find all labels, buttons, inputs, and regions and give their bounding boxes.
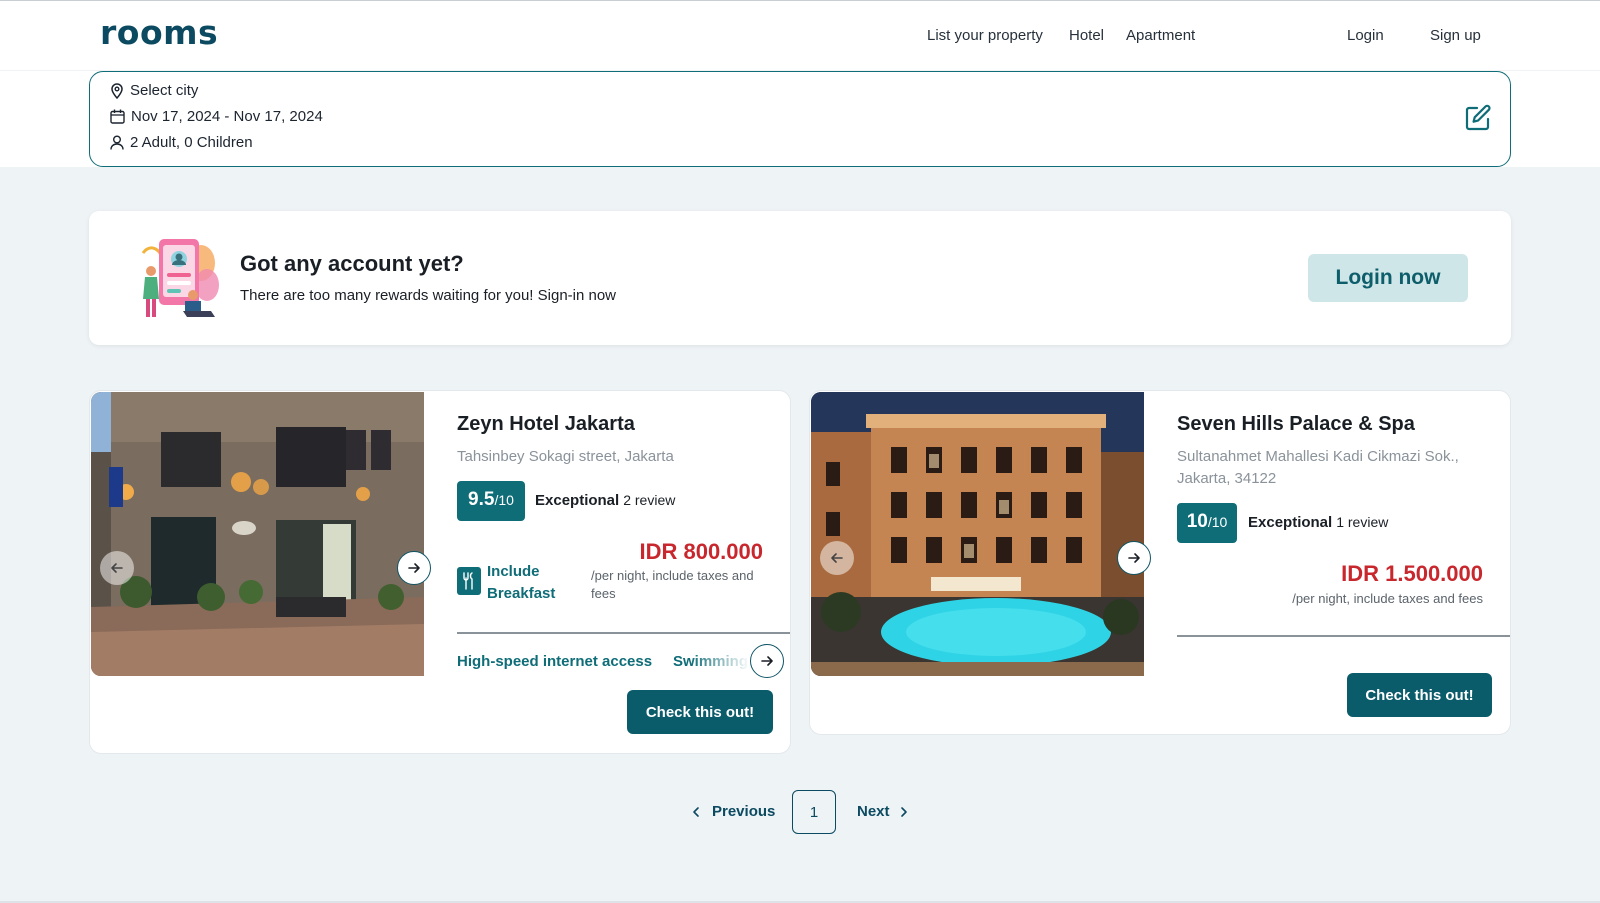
review-count: 2 review xyxy=(623,492,676,508)
score-max: /10 xyxy=(1207,514,1228,530)
score-badge: 9.5/10 xyxy=(457,481,525,521)
amenity-fade xyxy=(690,643,750,683)
score-value: 10 xyxy=(1186,511,1208,532)
hotel-address: Sultanahmet Mahallesi Kadi Cikmazi Sok.,… xyxy=(1177,448,1459,487)
guests-row[interactable]: 2 Adult, 0 Children xyxy=(110,134,253,151)
page-number-button[interactable]: 1 xyxy=(792,790,836,834)
check-this-out-button[interactable]: Check this out! xyxy=(1347,673,1492,717)
price-note: /per night, include taxes and fees xyxy=(1292,591,1483,606)
dates-row[interactable]: Nov 17, 2024 - Nov 17, 2024 xyxy=(110,108,323,125)
header: rooms List your property Hotel Apartment… xyxy=(0,1,1600,71)
arrow-right-icon xyxy=(408,563,420,573)
edit-search-icon[interactable] xyxy=(1464,104,1492,132)
hotel-card-zeyn: Zeyn Hotel Jakarta Tahsinbey Sokagi stre… xyxy=(89,390,791,754)
hotel-name[interactable]: Seven Hills Palace & Spa xyxy=(1177,413,1415,436)
banner-title: Got any account yet? xyxy=(240,251,464,276)
price-note: /per night, include taxes and fees xyxy=(591,568,754,601)
city-row[interactable]: Select city xyxy=(110,82,198,99)
rating-word: Exceptional xyxy=(535,492,620,509)
rooms-logo[interactable]: rooms xyxy=(100,13,218,52)
score-badge: 10/10 xyxy=(1177,503,1237,543)
guests-value: 2 Adult, 0 Children xyxy=(130,134,253,151)
photo-next-button[interactable] xyxy=(397,551,431,585)
hotel-price: IDR 1.500.000 xyxy=(1341,561,1483,586)
chevron-left-icon xyxy=(693,806,699,817)
photo-prev-button[interactable] xyxy=(820,541,854,575)
dates-value: Nov 17, 2024 - Nov 17, 2024 xyxy=(131,108,323,125)
score-max: /10 xyxy=(494,492,514,508)
location-pin-icon xyxy=(111,82,123,99)
pagination-previous[interactable]: Previous xyxy=(690,803,775,820)
rating-word: Exceptional xyxy=(1248,514,1333,531)
nav-list-property[interactable]: List your property xyxy=(927,27,1043,44)
divider xyxy=(457,632,790,634)
search-summary[interactable]: Select city Nov 17, 2024 - Nov 17, 2024 … xyxy=(89,71,1511,167)
breakfast-included: Include Breakfast xyxy=(487,563,556,602)
amenity-internet: High-speed internet access xyxy=(457,653,653,670)
divider xyxy=(1177,635,1510,637)
nav-hotel[interactable]: Hotel xyxy=(1069,27,1104,44)
hotel-name[interactable]: Zeyn Hotel Jakarta xyxy=(457,413,635,436)
calendar-icon xyxy=(110,109,125,124)
login-promo-banner: Got any account yet? There are too many … xyxy=(89,211,1511,345)
user-icon xyxy=(110,135,124,150)
banner-subtitle: There are too many rewards waiting for y… xyxy=(240,287,617,304)
review-count: 1 review xyxy=(1336,514,1389,530)
arrow-right-icon xyxy=(761,656,773,666)
next-label: Next xyxy=(857,803,890,820)
photo-next-button[interactable] xyxy=(1117,541,1151,575)
check-this-out-button[interactable]: Check this out! xyxy=(627,690,773,734)
arrow-right-icon xyxy=(1128,553,1140,563)
photo-prev-button[interactable] xyxy=(100,551,134,585)
rating-label: Exceptional 1 review xyxy=(1248,514,1388,531)
score-value: 9.5 xyxy=(468,489,495,510)
previous-label: Previous xyxy=(712,803,776,820)
login-link[interactable]: Login xyxy=(1347,27,1384,44)
hotel-card-seven-hills: Seven Hills Palace & Spa Sultanahmet Mah… xyxy=(809,390,1511,735)
rating-label: Exceptional 2 review xyxy=(535,492,675,509)
city-value: Select city xyxy=(130,82,199,99)
hotel-photo xyxy=(91,392,424,676)
cutlery-icon xyxy=(457,567,481,595)
arrow-left-icon xyxy=(831,553,843,563)
pagination-next[interactable]: Next xyxy=(857,803,910,820)
nav-apartment[interactable]: Apartment xyxy=(1126,27,1195,44)
amenities-next-button[interactable] xyxy=(750,644,784,678)
signup-link[interactable]: Sign up xyxy=(1430,27,1481,44)
hotel-address: Tahsinbey Sokagi street, Jakarta xyxy=(457,448,674,465)
account-illustration-icon xyxy=(141,239,219,317)
login-now-button[interactable]: Login now xyxy=(1308,254,1468,302)
hotel-price: IDR 800.000 xyxy=(639,539,763,564)
hotel-photo xyxy=(811,392,1144,676)
arrow-left-icon xyxy=(111,563,123,573)
chevron-right-icon xyxy=(900,806,907,817)
